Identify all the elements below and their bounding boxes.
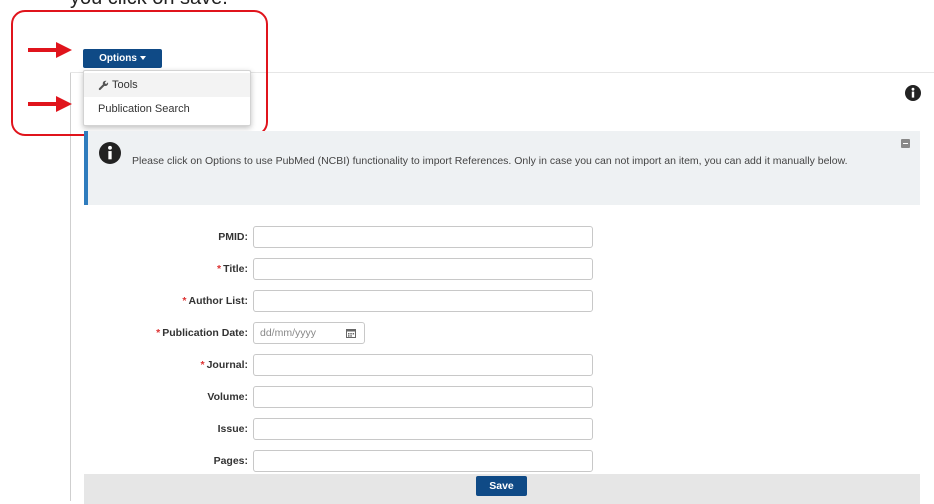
field-label-publication-date-text: Publication Date: <box>162 327 248 339</box>
form-row-pmid: PMID: <box>88 225 248 249</box>
required-marker: * <box>200 359 205 371</box>
required-marker: * <box>217 263 222 275</box>
issue-field[interactable] <box>253 418 593 440</box>
form-row-issue: Issue: <box>88 417 248 441</box>
form-row-pages: Pages: <box>88 449 248 473</box>
field-label-journal-text: Journal: <box>206 359 248 371</box>
field-label-pmid: PMID: <box>218 231 248 243</box>
field-label-volume: Volume: <box>207 391 248 403</box>
field-label-pages: Pages: <box>213 455 248 467</box>
author-list-field[interactable] <box>253 290 593 312</box>
title-field[interactable] <box>253 258 593 280</box>
calendar-icon[interactable] <box>346 328 356 338</box>
info-notice: Please click on Options to use PubMed (N… <box>84 131 920 205</box>
volume-field[interactable] <box>253 386 593 408</box>
red-arrow-icon <box>28 42 72 58</box>
field-label-publication-date: * Publication Date: <box>88 321 248 345</box>
field-label-title: * Title: <box>88 257 248 281</box>
form-row-publication-date: * Publication Date: <box>88 321 248 345</box>
form-row-volume: Volume: <box>88 385 248 409</box>
notice-text: Please click on Options to use PubMed (N… <box>132 155 848 167</box>
info-circle-icon <box>99 142 121 164</box>
field-label-author-list: * Author List: <box>88 289 248 313</box>
pages-field[interactable] <box>253 450 593 472</box>
field-label-journal: * Journal: <box>88 353 248 377</box>
field-label-issue: Issue: <box>217 423 248 435</box>
field-label-title-text: Title: <box>223 263 248 275</box>
red-arrow-icon <box>28 96 72 112</box>
required-marker: * <box>156 327 161 339</box>
form-row-journal: * Journal: <box>88 353 248 377</box>
form-row-author-list: * Author List: <box>88 289 248 313</box>
publication-date-field[interactable]: dd/mm/yyyy <box>253 322 365 344</box>
field-label-author-list-text: Author List: <box>188 295 249 307</box>
annotation-highlight-box <box>11 10 268 136</box>
document-caption: you click on save. <box>70 0 228 10</box>
date-placeholder: dd/mm/yyyy <box>260 327 317 339</box>
required-marker: * <box>182 295 187 307</box>
info-icon[interactable] <box>905 85 921 101</box>
journal-field[interactable] <box>253 354 593 376</box>
collapse-icon[interactable] <box>901 139 910 148</box>
pmid-field[interactable] <box>253 226 593 248</box>
form-row-title: * Title: <box>88 257 248 281</box>
save-button[interactable]: Save <box>476 476 527 496</box>
